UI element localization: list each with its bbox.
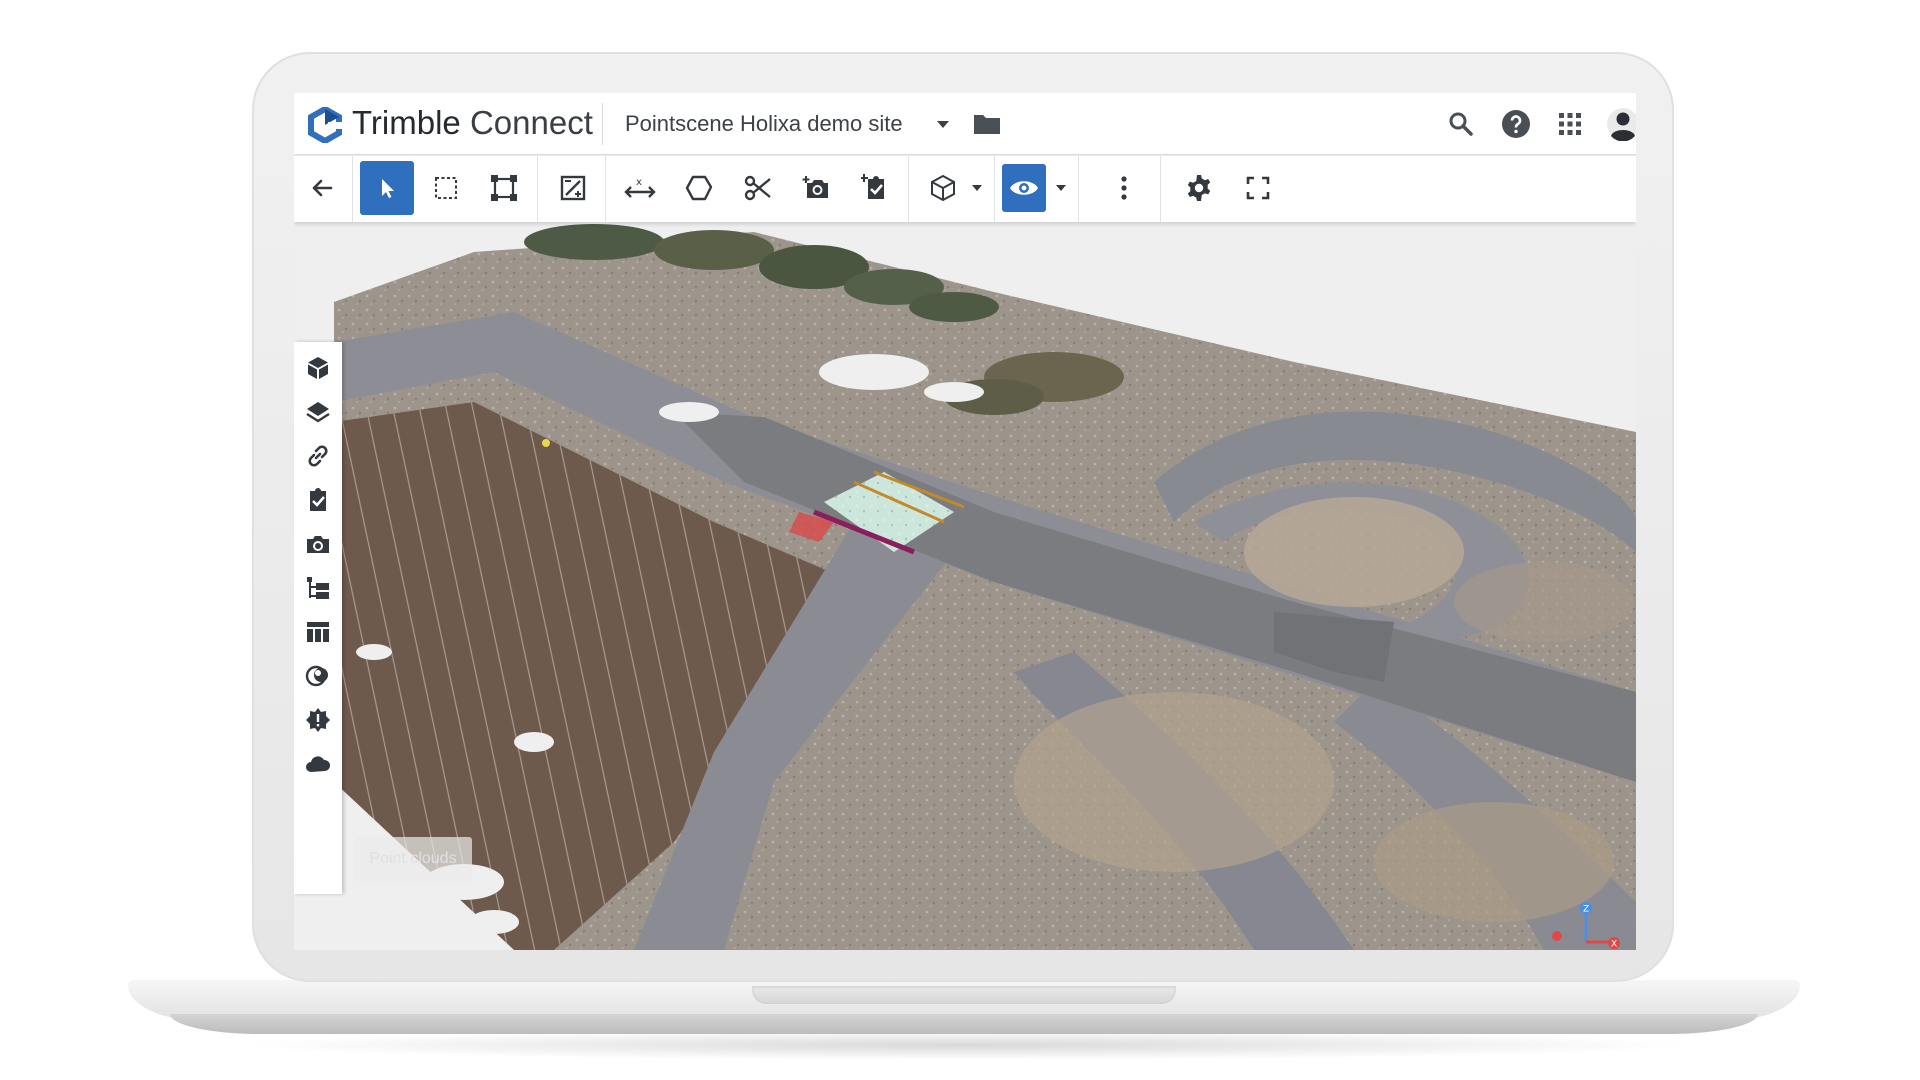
search-icon[interactable] (1442, 105, 1480, 143)
toolbar-divider (1078, 156, 1079, 222)
links-icon[interactable] (300, 438, 336, 474)
point-cloud-scene[interactable] (294, 222, 1636, 950)
table-icon[interactable] (300, 614, 336, 650)
viewer-toolbar: x (294, 156, 1636, 222)
brand-secondary: Connect (469, 104, 593, 141)
3d-cube-icon[interactable] (916, 161, 970, 215)
views-camera-icon[interactable] (300, 526, 336, 562)
laptop-opening-notch (752, 986, 1176, 1004)
lasso-icon[interactable] (672, 161, 726, 215)
app-screen: Trimble Connect Pointscene Holixa demo s… (294, 93, 1636, 950)
folder-icon[interactable] (970, 107, 1004, 141)
bounding-box-icon[interactable] (477, 161, 531, 215)
add-view-icon[interactable] (790, 161, 844, 215)
layers-icon[interactable] (300, 394, 336, 430)
caret-down-icon[interactable] (1052, 178, 1070, 196)
help-icon[interactable] (1497, 105, 1535, 143)
3d-viewport[interactable]: Z X (294, 222, 1636, 950)
box-select-icon[interactable] (419, 161, 473, 215)
sidebar-tooltip: Point clouds (354, 837, 472, 881)
axis-gizmo: Z X (1552, 902, 1620, 950)
axis-z-label: Z (1583, 905, 1589, 915)
hierarchy-tree-icon[interactable] (300, 570, 336, 606)
models-cube-icon[interactable] (300, 350, 336, 386)
toolbar-divider (1160, 156, 1161, 222)
laptop-base-edge (170, 1014, 1758, 1034)
clip-scissors-icon[interactable] (731, 161, 785, 215)
toolbar-divider (352, 156, 353, 222)
select-pointer-icon[interactable] (360, 161, 414, 215)
trimble-connect-logo-icon[interactable] (308, 107, 342, 143)
point-clouds-icon[interactable] (300, 746, 336, 782)
caret-down-icon[interactable] (968, 178, 986, 196)
fullscreen-icon[interactable] (1231, 161, 1285, 215)
toolbar-divider (908, 156, 909, 222)
clash-spheres-icon[interactable] (300, 658, 336, 694)
back-arrow-icon[interactable] (295, 161, 349, 215)
caret-down-icon[interactable] (930, 111, 956, 137)
header-divider (602, 103, 603, 145)
app-header: Trimble Connect Pointscene Holixa demo s… (294, 93, 1636, 155)
brand-name[interactable]: Trimble Connect (352, 101, 593, 145)
user-avatar-icon[interactable] (1604, 105, 1636, 143)
project-name[interactable]: Pointscene Holixa demo site (625, 107, 903, 141)
visibility-eye-icon[interactable] (1002, 164, 1046, 212)
laptop-shadow (230, 1030, 1700, 1060)
markup-icon[interactable] (546, 161, 600, 215)
toolbar-divider (537, 156, 538, 222)
more-vertical-icon[interactable] (1097, 161, 1151, 215)
apps-grid-icon[interactable] (1551, 105, 1589, 143)
left-sidebar (294, 342, 342, 894)
todos-check-icon[interactable] (300, 482, 336, 518)
settings-gear-icon[interactable] (1172, 161, 1226, 215)
measure-icon[interactable]: x (613, 161, 667, 215)
add-todo-icon[interactable] (849, 161, 903, 215)
toolbar-divider (994, 156, 995, 222)
toolbar-divider (605, 156, 606, 222)
svg-text:x: x (636, 177, 642, 188)
issues-alert-icon[interactable] (300, 702, 336, 738)
brand-primary: Trimble (352, 104, 461, 141)
axis-x-label: X (1611, 940, 1617, 950)
